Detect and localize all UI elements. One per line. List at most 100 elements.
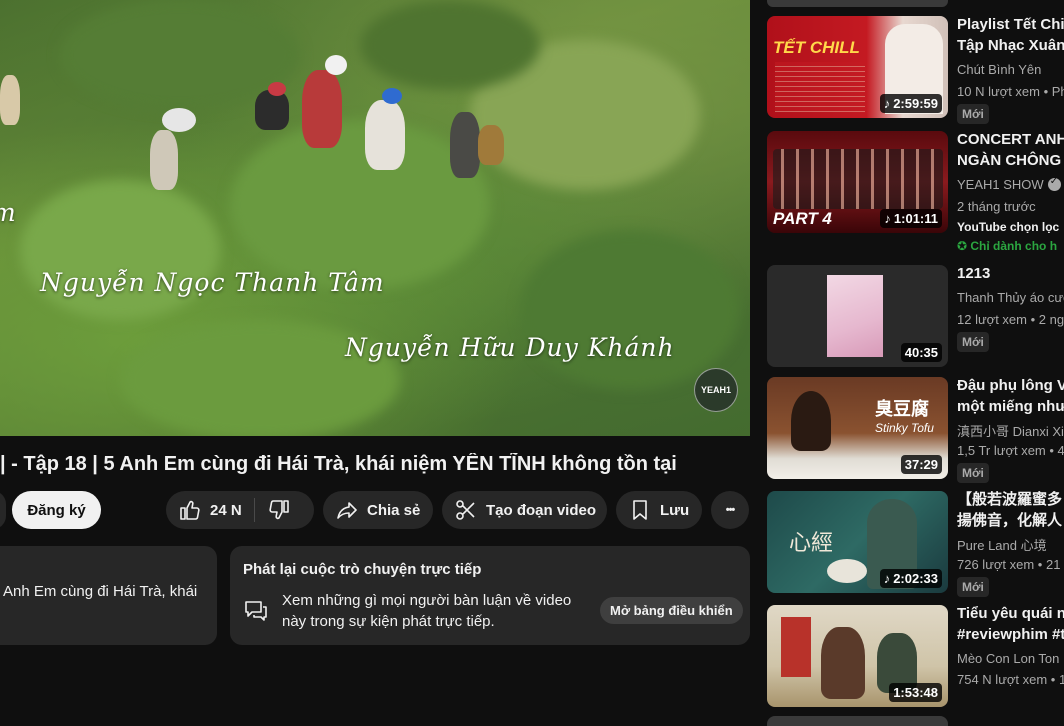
previous-recommendation-edge[interactable] <box>767 0 948 7</box>
channel-name[interactable]: Thanh Thủy áo cướ <box>957 290 1064 305</box>
overlay-name-left: m <box>0 198 17 227</box>
recommendation-item[interactable]: 1:53:48 Tiểu yêu quái nú #reviewphim #ta … <box>767 605 1064 709</box>
save-button[interactable]: Lưu <box>616 491 702 529</box>
view-stats: 754 N lượt xem • 1 <box>957 672 1064 687</box>
verified-icon <box>1047 177 1061 191</box>
members-icon: ✪ <box>957 239 971 253</box>
view-stats: 1,5 Tr lượt xem • 4 <box>957 443 1064 458</box>
clip-label: Tạo đoạn video <box>486 501 597 519</box>
thumbnail-caption: 心經 <box>789 530 834 555</box>
recommendation-item[interactable]: TẾT CHILL ♪ 2:59:59 Playlist Tết Chill Tập… <box>767 16 1064 124</box>
duration-badge: 37:29 <box>900 455 942 474</box>
description-text: Anh Em cùng đi Hái Trà, khái <box>3 583 198 600</box>
video-thumbnail[interactable]: TẾT CHILL ♪ 2:59:59 <box>767 16 948 118</box>
like-count: 24 N <box>210 501 242 519</box>
thumbnail-caption: 臭豆腐 <box>875 399 929 419</box>
share-label: Chia sẻ <box>367 501 421 519</box>
recommendation-title: Tiểu yêu quái nú #reviewphim #ta <box>957 605 1064 643</box>
thumbs-up-icon <box>180 500 200 520</box>
tea-bush <box>20 180 220 320</box>
tea-bush <box>520 230 740 390</box>
duration-badge: ♪ 2:02:33 <box>879 569 942 588</box>
view-stats: 726 lượt xem • 21 <box>957 557 1061 572</box>
share-icon <box>337 502 357 519</box>
scissors-icon <box>456 500 475 520</box>
channel-name[interactable]: Mèo Con Lon Ton <box>957 651 1064 666</box>
view-stats: 12 lượt xem • 2 ng <box>957 312 1064 327</box>
video-player[interactable]: m Nguyễn Ngọc Thanh Tâm Nguyễn Hữu Duy K… <box>0 0 750 436</box>
basket-figure <box>478 125 504 165</box>
more-icon: ••• <box>725 504 736 516</box>
clip-button[interactable]: Tạo đoạn video <box>442 491 607 529</box>
channel-info-edge[interactable] <box>0 491 6 529</box>
share-button[interactable]: Chia sẻ <box>323 491 433 529</box>
person-art <box>791 391 831 451</box>
channel-watermark-logo: YEAH1 <box>694 368 738 412</box>
cat-art <box>827 559 867 583</box>
video-title: | - Tập 18 | 5 Anh Em cùng đi Hái Trà, k… <box>0 453 677 475</box>
overlay-name-duy-khanh: Nguyễn Hữu Duy Khánh <box>345 333 675 362</box>
duration-badge: ♪ 2:59:59 <box>879 94 942 113</box>
recommendation-item[interactable]: 臭豆腐 Stinky Tofu 37:29 Đậu phụ lông Vâ một… <box>767 377 1064 483</box>
person-figure <box>365 100 405 170</box>
hat-figure <box>382 88 402 104</box>
figure-art <box>821 627 865 699</box>
video-thumbnail[interactable]: 心經 ♪ 2:02:33 <box>767 491 948 593</box>
video-thumbnail[interactable]: 1:53:48 <box>767 605 948 707</box>
recommendation-title: 【般若波羅蜜多 揚佛音，化解人 <box>957 491 1063 529</box>
more-actions-button[interactable]: ••• <box>711 491 749 529</box>
video-thumbnail[interactable]: 臭豆腐 Stinky Tofu 37:29 <box>767 377 948 479</box>
bookmark-icon <box>633 500 647 520</box>
open-chat-panel-button[interactable]: Mở bảng điều khiển <box>600 597 743 624</box>
music-note-icon: ♪ <box>883 96 891 111</box>
view-stats: 2 tháng trước <box>957 199 1036 214</box>
music-note-icon: ♪ <box>884 211 891 226</box>
wedding-photo-art <box>827 275 883 357</box>
thumbnail-subcaption: Stinky Tofu <box>875 421 934 435</box>
recommendation-item[interactable]: 心經 ♪ 2:02:33 【般若波羅蜜多 揚佛音，化解人 Pure Land 心境 … <box>767 491 1064 597</box>
recommendation-title: CONCERT ANHNGÀN CHÔNG G <box>957 131 1064 169</box>
person-figure <box>255 90 289 130</box>
dog-figure <box>0 75 20 125</box>
hat-figure <box>325 55 347 75</box>
person-figure <box>150 130 178 190</box>
channel-name[interactable]: 滇西小哥 Dianxi Xia <box>957 421 1064 440</box>
recommendation-title: Playlist Tết Chill Tập Nhạc Xuân <box>957 16 1064 54</box>
music-note-icon: ♪ <box>883 571 891 586</box>
dislike-button[interactable] <box>267 498 291 522</box>
save-label: Lưu <box>660 501 690 519</box>
thumbnail-caption: TẾT CHILL <box>773 38 860 57</box>
new-badge: Mới <box>957 463 989 483</box>
recommendation-item[interactable]: 40:35 1213 Thanh Thủy áo cướ 12 lượt xem… <box>767 265 1064 369</box>
duration-badge: 1:53:48 <box>889 683 942 702</box>
video-thumbnail[interactable]: PART 4 ♪ 1:01:11 <box>767 131 948 233</box>
video-thumbnail[interactable]: 40:35 <box>767 265 948 367</box>
hat-figure <box>268 82 286 96</box>
recommendation-title: Đậu phụ lông Vâ một miếng như <box>957 377 1064 415</box>
tracklist-art <box>775 62 865 112</box>
person-figure <box>302 70 342 148</box>
next-recommendation-edge[interactable] <box>767 716 948 726</box>
live-chat-description: Xem những gì mọi người bàn luận về video… <box>282 592 572 630</box>
recommendation-item[interactable]: PART 4 ♪1:01:11 CONCERT ANHNGÀN CHÔNG G … <box>767 131 1064 253</box>
channel-name[interactable]: Chút Bình Yên <box>957 62 1064 77</box>
like-divider <box>253 498 255 522</box>
person-figure <box>450 112 480 178</box>
subscribe-button[interactable]: Đăng ký <box>12 491 101 529</box>
recommendation-title: 1213 <box>957 265 991 282</box>
new-badge: Mới <box>957 104 989 124</box>
tea-bush <box>360 0 540 90</box>
thumbs-down-icon <box>269 500 289 520</box>
channel-name[interactable]: Pure Land 心境 <box>957 535 1064 554</box>
like-button[interactable]: 24 N <box>178 498 242 522</box>
chat-bubbles-icon <box>245 601 267 621</box>
channel-name[interactable]: YEAH1 SHOW <box>957 177 1064 192</box>
curated-label: YouTube chọn lọc <box>957 220 1060 234</box>
view-stats: 10 N lượt xem • Ph <box>957 84 1064 99</box>
new-badge: Mới <box>957 332 989 352</box>
duration-badge: 40:35 <box>900 343 942 362</box>
like-dislike-group: 24 N <box>166 491 314 529</box>
duration-badge: ♪ 1:01:11 <box>880 209 942 228</box>
members-only-label: ✪ Chỉ dành cho h <box>957 239 1058 253</box>
overlay-name-thanh-tam: Nguyễn Ngọc Thanh Tâm <box>40 268 385 297</box>
